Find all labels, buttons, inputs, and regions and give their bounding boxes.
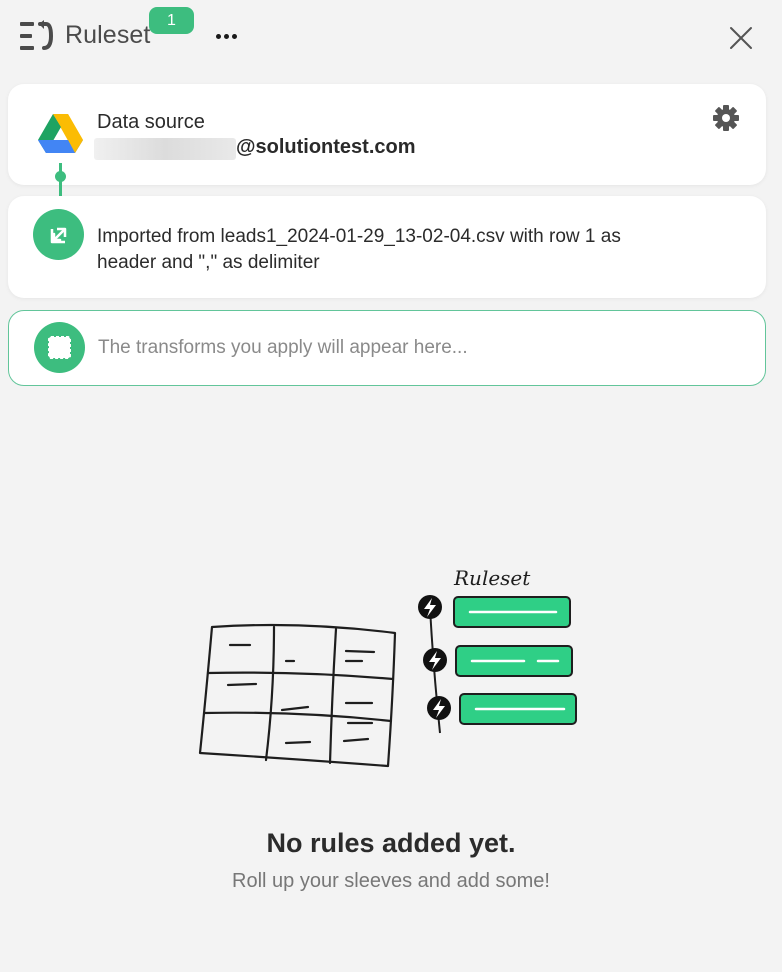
- import-description: Imported from leads1_2024-01-29_13-02-04…: [97, 226, 621, 273]
- import-arrow-icon: [50, 227, 67, 244]
- rule-pill: [455, 645, 573, 677]
- rule-pill: [453, 596, 571, 628]
- panel-header: Ruleset 1: [0, 0, 782, 78]
- import-step-card[interactable]: Imported from leads1_2024-01-29_13-02-04…: [8, 196, 766, 298]
- data-source-label: Data source: [97, 111, 205, 133]
- dashed-square-icon: [48, 336, 71, 359]
- table-sketch: [198, 623, 397, 768]
- step-connector-dot: [55, 171, 66, 182]
- google-drive-icon: [38, 114, 83, 153]
- transforms-placeholder-text: The transforms you apply will appear her…: [98, 337, 468, 358]
- transforms-placeholder-card: The transforms you apply will appear her…: [8, 310, 766, 386]
- more-horizontal-icon: [215, 33, 221, 39]
- gear-icon[interactable]: [710, 102, 742, 134]
- rule-pill: [459, 693, 577, 725]
- empty-ruleset-illustration: Ruleset: [198, 566, 577, 768]
- illustration-title: Ruleset: [453, 566, 531, 590]
- transforms-step-badge: [34, 322, 85, 373]
- import-step-badge: [33, 209, 84, 260]
- data-source-email: @solutiontest.com: [236, 136, 416, 158]
- panel-title: Ruleset: [65, 21, 151, 49]
- rule-count-badge: 1: [149, 7, 194, 34]
- lightning-bolt-icon: [423, 648, 447, 672]
- ruleset-logo-icon: [20, 20, 54, 50]
- lightning-bolt-icon: [427, 696, 451, 720]
- data-source-card[interactable]: Data source @solutiontest.com: [8, 84, 766, 185]
- more-options-button[interactable]: [207, 24, 245, 48]
- empty-state-title: No rules added yet.: [266, 828, 516, 858]
- empty-state-subtitle: Roll up your sleeves and add some!: [232, 870, 550, 892]
- lightning-bolt-icon: [418, 595, 442, 619]
- close-icon[interactable]: [725, 22, 757, 54]
- redacted-email: [94, 138, 236, 160]
